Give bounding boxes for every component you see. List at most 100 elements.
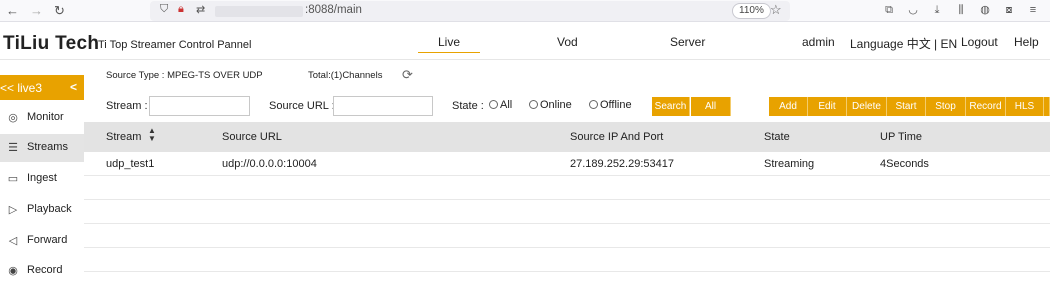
sidebar-item-label: Record [27,264,63,276]
sidebar-item-monitor[interactable]: ◎ Monitor [0,104,84,132]
radio-circle-icon [589,100,598,109]
sidebar-item-label: Playback [27,203,72,215]
monitor-icon: ◎ [8,112,18,124]
logout-link[interactable]: Logout [961,35,998,49]
delete-button[interactable]: Delete [847,97,887,116]
more-actions-button[interactable] [1044,97,1050,116]
bookmark-star-icon[interactable]: ☆ [770,2,782,18]
record-icon: ◉ [8,265,18,277]
extensions-icon[interactable]: ⧇ [997,4,1021,17]
app-header: TiLiu Tech Ti Top Streamer Control Panne… [0,23,1050,60]
sort-arrows-icon[interactable]: ▲ ▼ [148,127,156,143]
table-header: Stream ▲ ▼ Source URL Source IP And Port … [84,122,1050,152]
add-button[interactable]: Add [769,97,808,116]
sidebar-header[interactable]: << live3 < [0,75,84,100]
url-redacted-host [215,6,303,17]
empty-row [84,248,1050,272]
source-url-filter-input[interactable] [333,96,433,116]
brand-logo-text: TiLiu Tech [3,33,100,54]
info-bar: Source Type : MPEG-TS OVER UDP Total:(1)… [84,60,1050,90]
back-icon[interactable]: ← [6,3,19,18]
cell-source-ip: 27.189.252.29:53417 [570,158,674,170]
refresh-icon[interactable]: ⟳ [402,67,413,83]
empty-row [84,200,1050,224]
stop-button[interactable]: Stop [926,97,966,116]
hls-button[interactable]: HLS [1006,97,1044,116]
stream-filter-label: Stream : [106,100,148,112]
ingest-icon: ▭ [7,173,19,185]
radio-circle-icon [529,100,538,109]
column-header-state: State [764,131,790,143]
sidebar-item-forward[interactable]: ◁ Forward [0,227,84,255]
empty-row [84,176,1050,200]
user-name[interactable]: admin [802,35,835,49]
record-button[interactable]: Record [966,97,1006,116]
sidebar-item-label: Forward [27,234,68,246]
help-link[interactable]: Help [1014,35,1039,49]
state-radio-offline[interactable]: Offline [589,99,632,111]
column-header-source-url: Source URL [222,131,282,143]
radio-label: Offline [600,99,632,111]
search-button[interactable]: Search [652,97,690,116]
language-switch[interactable]: Language 中文 | EN [850,35,957,52]
empty-row [84,272,1050,296]
playback-icon: ▷ [8,204,18,216]
app-subtitle: Ti Top Streamer Control Pannel [98,39,252,51]
source-url-filter-label: Source URL : [269,100,335,112]
cell-state: Streaming [764,158,815,170]
show-all-button[interactable]: All [691,97,731,116]
sidebar: << live3 < ◎ Monitor ☰ Streams ▭ Ingest … [0,75,84,288]
column-header-up-time: UP Time [880,131,922,143]
state-filter-label: State : [452,100,484,112]
filter-bar: Stream : Source URL : State : All Online… [84,94,1050,118]
account-icon[interactable]: ◍ [973,3,997,16]
radio-circle-icon [489,100,498,109]
nav-server[interactable]: Server [670,35,705,49]
main-panel: Source Type : MPEG-TS OVER UDP Total:(1)… [84,60,1050,288]
pocket-icon[interactable]: ◡ [901,3,925,16]
total-channels-text: Total:(1)Channels [308,70,383,81]
streams-icon: ☰ [8,142,18,154]
browser-extension-icons: ⧉ ◡ ⤓ ⫼ ◍ ⧇ ≡ [877,3,1045,17]
address-bar[interactable]: ⛉ 🔒︎ ⇄ :8088/main 110% ☆ [150,1,790,21]
sidebar-item-streams[interactable]: ☰ Streams [0,134,84,162]
start-button[interactable]: Start [887,97,926,116]
sidebar-title: << live3 [0,81,43,95]
library-icon[interactable]: ⫼ [949,4,973,17]
empty-row [84,224,1050,248]
cell-up-time: 4Seconds [880,158,929,170]
browser-toolbar: ← → ↻ ⛉ 🔒︎ ⇄ :8088/main 110% ☆ ⧉ ◡ ⤓ ⫼ ◍ ⧇ ≡ [0,0,1050,22]
state-radio-online[interactable]: Online [529,99,572,111]
sidebar-item-record[interactable]: ◉ Record [0,257,84,285]
source-type-text: Source Type : MPEG-TS OVER UDP [106,70,263,81]
permissions-icon[interactable]: ⇄ [196,3,205,16]
sidebar-item-label: Ingest [27,172,57,184]
stream-filter-input[interactable] [149,96,250,116]
cell-stream: udp_test1 [106,158,155,170]
download-icon[interactable]: ⤓ [925,4,949,17]
menu-icon[interactable]: ≡ [1021,4,1045,16]
sidebar-item-label: Streams [27,141,68,153]
sidebar-item-ingest[interactable]: ▭ Ingest [0,165,84,193]
collapse-chevron-icon[interactable]: < [70,80,77,94]
state-radio-all[interactable]: All [489,99,512,111]
radio-label: All [500,99,513,111]
lock-icon[interactable]: 🔒︎ [178,3,184,16]
forward-icon: ◁ [8,235,18,247]
zoom-level[interactable]: 110% [732,3,771,19]
column-header-stream[interactable]: Stream [106,131,141,143]
forward-nav-icon[interactable]: → [30,3,43,18]
url-text: :8088/main [305,4,362,16]
sidebar-item-playback[interactable]: ▷ Playback [0,196,84,224]
table-row[interactable]: udp_test1 udp://0.0.0.0:10004 27.189.252… [84,152,1050,176]
column-header-source-ip: Source IP And Port [570,131,664,143]
extension-icon[interactable]: ⧉ [877,4,901,17]
shield-icon[interactable]: ⛉ [160,3,168,16]
edit-button[interactable]: Edit [808,97,847,116]
nav-vod[interactable]: Vod [557,35,578,49]
reload-icon[interactable]: ↻ [54,3,65,19]
sidebar-item-label: Monitor [27,111,64,123]
cell-source-url: udp://0.0.0.0:10004 [222,158,317,170]
radio-label: Online [540,99,572,111]
nav-live[interactable]: Live [418,35,481,53]
